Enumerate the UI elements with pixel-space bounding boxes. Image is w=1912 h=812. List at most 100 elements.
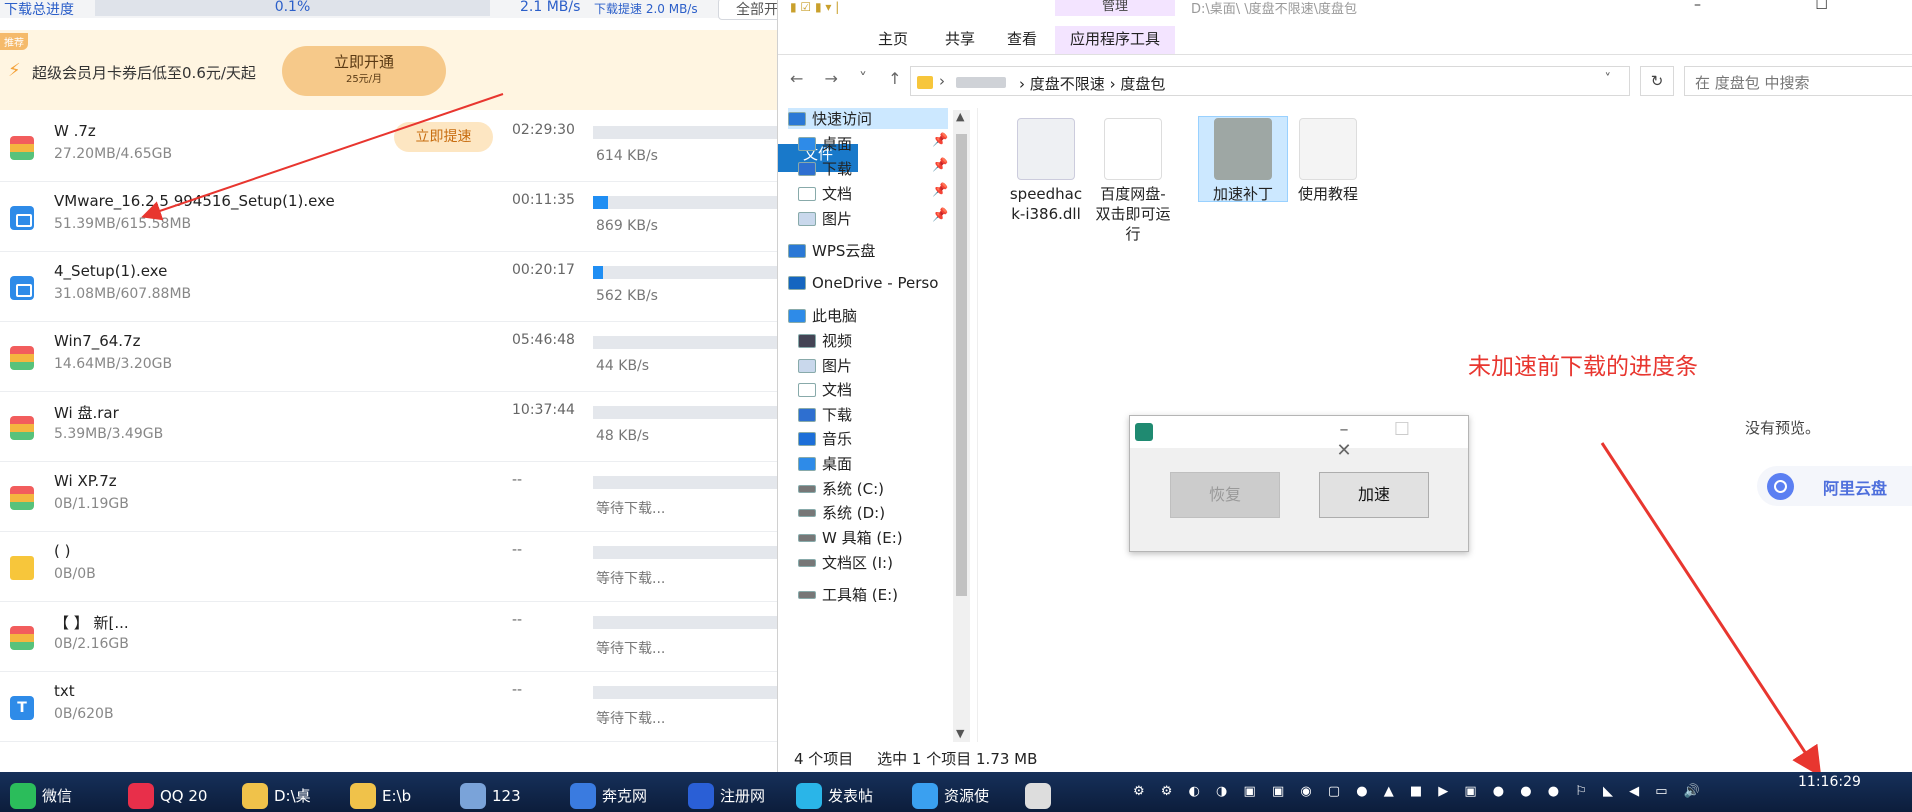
nav-item[interactable]: 音乐 [798,428,852,449]
download-row[interactable]: W .7z 27.20MB/4.65GB 立即提速 02:29:30 614 KB/s [0,112,780,182]
pin-icon: 📌 [932,208,949,223]
manage-context-tab[interactable]: 管理 [1055,0,1175,16]
download-speed: 48 KB/s [596,428,650,444]
boost-button[interactable]: 立即提速 [394,122,493,152]
all-start-button[interactable]: 全部开 [718,0,780,20]
file-size: 0B/620B [54,706,114,722]
nav-item[interactable]: 下载 [798,404,852,425]
taskbar-app-label: 奔克网 [602,787,648,805]
onedrive-icon [788,276,806,290]
taskbar-app[interactable]: 发表帖 [796,776,873,812]
speedup-button[interactable]: 加速 [1319,472,1429,518]
download-speed: 等待下载... [596,711,666,727]
nav-item[interactable]: 视频 [798,330,852,351]
nav-item[interactable]: W 具箱 (E:) [798,527,903,548]
chevron-down-icon[interactable]: ˅ [1605,72,1612,87]
search-input[interactable]: 在 度盘包 中搜索 [1684,66,1912,96]
nav-item[interactable]: 桌面 [798,453,852,474]
recommend-tag: 推荐 [0,33,28,50]
file-item[interactable]: 加速补丁 [1198,116,1288,204]
nav-item[interactable]: 图片 📌 [798,208,948,229]
boost-speed: 下载提速 2.0 MB/s [594,2,698,16]
taskbar-app[interactable]: 微信 [10,776,72,812]
download-row[interactable]: ( ) 0B/0B -- 等待下载... [0,532,780,602]
taskbar-app[interactable]: 奔克网 [570,776,647,812]
download-row[interactable]: T txt 0B/620B -- 等待下载... [0,672,780,742]
scroll-down-icon[interactable]: ▼ [956,727,964,740]
vip-open-button[interactable]: 立即开通 25元/月 [282,46,446,96]
file-item[interactable]: 使用教程 [1283,118,1373,204]
breadcrumb-item[interactable]: 度盘包 [1120,75,1165,93]
app-icon [128,783,154,809]
progress-bar [593,546,780,559]
taskbar: 微信 QQ 20 D:\桌 E:\b 123 奔克网 注册网 发表帖 资源使 ⚙ ⚙ ◐ ◑ ▣… [0,772,1912,812]
file-size: 51.39MB/615.58MB [54,216,192,232]
clock[interactable]: 11:16:29 [1798,774,1861,790]
nav-item-label: 下载 [822,160,853,178]
minimize-icon[interactable]: – [1315,419,1373,440]
download-row[interactable]: VMware_16.2.5 994516_Setup(1).exe 51.39MB… [0,182,780,252]
tab-share[interactable]: 共享 [928,26,992,54]
nav-item[interactable]: WPS云盘 [788,240,875,261]
download-row[interactable]: Win7_64.7z 14.64MB/3.20GB 05:46:48 44 KB/s [0,322,780,392]
refresh-icon[interactable]: ↻ [1640,66,1674,96]
tab-home[interactable]: 主页 [858,26,928,54]
file-item[interactable]: speedhac k-i386.dll [1001,118,1091,224]
zip-file-icon [10,416,34,440]
nav-item[interactable]: 桌面 📌 [798,133,948,154]
nav-item[interactable]: OneDrive - Perso [788,274,938,292]
file-item[interactable]: 百度网盘- 双击即可运行 [1088,118,1178,244]
file-explorer-window: ▮ ☑ ▮ ▾ | 管理 D:\桌面\ \度盘不限速\度盘包 – ☐ 文件 主页… [777,0,1912,772]
breadcrumb-item[interactable]: 度盘不限速 [1030,75,1105,93]
tab-app-tools[interactable]: 应用程序工具 [1055,26,1175,54]
nav-item[interactable]: 图片 [798,355,852,376]
taskbar-app-label: D:\桌 [274,787,311,805]
taskbar-app[interactable]: E:\b [350,776,411,812]
nav-item[interactable]: 文档 [798,379,852,400]
tab-view[interactable]: 查看 [992,26,1052,54]
aliyun-widget[interactable]: 阿里云盘 [1757,466,1912,506]
quick-access-toolbar-icon[interactable]: ▮ ☑ ▮ ▾ | [790,0,839,14]
nav-item[interactable]: 下载 📌 [798,158,948,179]
file-name-line: speedhac [1009,185,1083,203]
dialog-titlebar: – ☐ ✕ [1130,416,1468,461]
download-icon [798,162,816,176]
address-bar[interactable]: › › 度盘不限速 › 度盘包 ˅ [910,66,1630,96]
download-speed: 44 KB/s [596,358,650,374]
nav-item-label: 视频 [822,332,853,350]
system-tray-icons[interactable]: ⚙ ⚙ ◐ ◑ ▣ ▣ ◉ ▢ ● ▲ ■ ▶ ▣ ● ● ● ⚐ ◣ ◀ ▭ … [1133,784,1706,799]
scroll-up-icon[interactable]: ▲ [956,110,964,123]
nav-item[interactable]: 文档区 (I:) [798,552,893,573]
taskbar-app[interactable]: 123 [460,776,521,812]
exe-file-icon [10,206,34,230]
nav-item[interactable]: 快速访问 [788,108,948,129]
taskbar-app[interactable]: 注册网 [688,776,765,812]
taskbar-app[interactable]: 资源使 [912,776,989,812]
nav-item[interactable]: 系统 (C:) [798,478,884,499]
download-row[interactable]: Wi 盘.rar 5.39MB/3.49GB 10:37:44 48 KB/s [0,392,780,462]
nav-buttons[interactable]: ← → ˅ ↑ [790,69,909,88]
restore-button[interactable]: 恢复 [1170,472,1280,518]
download-row[interactable]: 【 】 新[... 0B/2.16GB -- 等待下载... [0,602,780,672]
download-row[interactable]: 4_Setup(1).exe 31.08MB/607.88MB 00:20:17 56… [0,252,780,322]
window-controls[interactable]: – ☐ [1694,0,1883,13]
aliyun-label: 阿里云盘 [1823,479,1888,498]
scroll-thumb[interactable] [956,134,967,596]
file-size: 0B/2.16GB [54,636,129,652]
nav-item[interactable]: 系统 (D:) [798,502,885,523]
file-name: 【 】 新[... [54,614,129,632]
desktop-icon [798,137,816,151]
nav-item[interactable]: 此电脑 [788,305,857,326]
zip-file-icon [10,626,34,650]
nav-item[interactable]: 工具箱 (E:) [798,584,898,605]
download-row[interactable]: Wi XP.7z 0B/1.19GB -- 等待下载... [0,462,780,532]
nav-scrollbar[interactable]: ▲ ▼ [953,110,970,742]
close-icon[interactable]: ✕ [1315,440,1373,461]
file-size: 14.64MB/3.20GB [54,356,173,372]
taskbar-app[interactable]: D:\桌 [242,776,311,812]
title-path: D:\桌面\ \度盘不限速\度盘包 [1191,2,1358,17]
taskbar-app[interactable]: QQ 20 [128,776,207,812]
desktop-icon [798,457,816,471]
nav-item[interactable]: 文档 📌 [798,183,948,204]
taskbar-app[interactable] [1025,776,1057,812]
